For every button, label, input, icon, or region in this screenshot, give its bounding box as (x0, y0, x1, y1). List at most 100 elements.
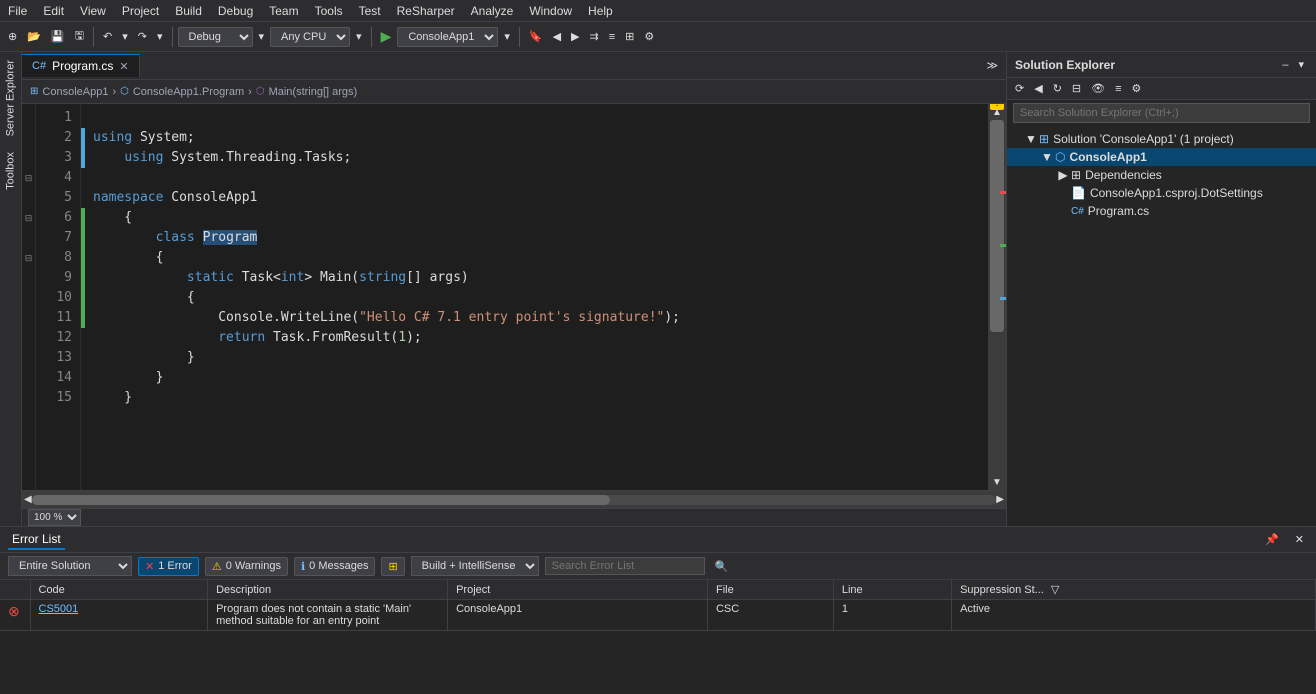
error-list-tab[interactable]: Error List (8, 530, 65, 550)
col-line[interactable]: Line (833, 580, 951, 600)
project-label: ConsoleApp1 (1069, 150, 1146, 164)
project-dropdown[interactable]: ConsoleApp1 (397, 27, 498, 47)
menu-team[interactable]: Team (261, 2, 306, 20)
nav3-btn[interactable]: ⇉ (586, 28, 603, 45)
breadcrumb: ⊞ ConsoleApp1 › ⬡ ConsoleApp1.Program › … (22, 80, 1006, 104)
collapse-method-btn[interactable]: ⊟ (22, 248, 35, 268)
se-back-btn[interactable]: ◀ (1030, 80, 1046, 97)
undo-btn[interactable]: ↶ (99, 28, 116, 45)
menu-window[interactable]: Window (521, 2, 580, 20)
filter-icon[interactable]: ▽ (1051, 584, 1059, 596)
menu-analyze[interactable]: Analyze (463, 2, 522, 20)
server-explorer-tab[interactable]: Server Explorer (0, 52, 21, 144)
save-all-btn[interactable]: 💾 (47, 28, 69, 45)
tree-dotsettings[interactable]: 📄 ConsoleApp1.csproj.DotSettings (1007, 184, 1316, 202)
se-close-btn[interactable]: – (1278, 56, 1292, 73)
open-btn[interactable]: 📂 (23, 28, 45, 45)
save-btn[interactable]: 🖫 (71, 25, 88, 48)
menu-test[interactable]: Test (351, 2, 389, 20)
expand-project[interactable]: ▼ (1039, 150, 1055, 164)
hscroll-right-btn[interactable]: ▶ (996, 494, 1004, 505)
se-search-input[interactable] (1013, 103, 1310, 123)
align2-btn[interactable]: ⊞ (621, 28, 638, 45)
info-filter-btn[interactable]: ℹ 0 Messages (294, 557, 376, 576)
col-file[interactable]: File (707, 580, 833, 600)
toolbox-tab[interactable]: Toolbox (0, 144, 21, 198)
error-filter-btn[interactable]: ✕ 1 Error (138, 557, 199, 576)
new-project-btn[interactable]: ⊕ (4, 28, 21, 45)
se-show-all-btn[interactable]: 👁 (1087, 80, 1109, 97)
menu-tools[interactable]: Tools (307, 2, 351, 20)
expand-dependencies[interactable]: ▶ (1055, 168, 1071, 182)
new-tab-btn[interactable]: ≫ (982, 57, 1002, 74)
nav-fwd-btn[interactable]: ▶ (567, 28, 583, 45)
expand-solution[interactable]: ▼ (1023, 132, 1039, 146)
menu-resharper[interactable]: ReSharper (389, 2, 463, 20)
error-search-btn[interactable]: 🔍 (711, 558, 733, 575)
se-pin-btn[interactable]: ▾ (1294, 56, 1308, 73)
se-search-container (1007, 100, 1316, 126)
tree-project[interactable]: ▼ ⬡ ConsoleApp1 (1007, 148, 1316, 166)
error-row-0[interactable]: ⊗ CS5001 Program does not contain a stat… (0, 600, 1316, 631)
dependencies-icon: ⊞ (1071, 168, 1081, 182)
error-search-input[interactable] (545, 557, 705, 575)
se-sync-btn[interactable]: ⟳ (1011, 80, 1028, 97)
scroll-down-btn[interactable]: ▼ (988, 474, 1006, 490)
el-close-btn[interactable]: ✕ (1291, 531, 1308, 548)
col-project[interactable]: Project (448, 580, 708, 600)
warning-filter-btn[interactable]: ⚠ 0 Warnings (205, 557, 288, 576)
menu-edit[interactable]: Edit (35, 2, 72, 20)
menu-project[interactable]: Project (114, 2, 167, 20)
settings-btn[interactable]: ⚙ (640, 28, 658, 45)
hscroll-left-btn[interactable]: ◀ (24, 494, 32, 505)
undo-dropdown-btn[interactable]: ▾ (118, 28, 132, 45)
menu-help[interactable]: Help (580, 2, 621, 20)
menu-debug[interactable]: Debug (210, 2, 261, 20)
se-refresh-btn[interactable]: ↻ (1049, 80, 1066, 97)
nav-back-btn[interactable]: ◀ (549, 28, 565, 45)
file-icon: 📄 (1071, 186, 1086, 200)
tree-solution[interactable]: ▼ ⊞ Solution 'ConsoleApp1' (1 project) (1007, 130, 1316, 148)
config-dropdown-btn[interactable]: ▾ (255, 28, 269, 45)
collapse-class-btn[interactable]: ⊟ (22, 208, 35, 228)
debug-config-dropdown[interactable]: Debug Release (178, 27, 253, 47)
platform-dropdown-btn[interactable]: ▾ (352, 28, 366, 45)
menu-build[interactable]: Build (167, 2, 210, 20)
vertical-scrollbar[interactable]: ▲ ▼ ! (988, 104, 1006, 490)
project-dropdown-btn[interactable]: ▾ (500, 28, 514, 45)
tree-dependencies[interactable]: ▶ ⊞ Dependencies (1007, 166, 1316, 184)
redo-dropdown-btn[interactable]: ▾ (153, 28, 167, 45)
breadcrumb-method-dropdown[interactable]: Main(string[] args) (269, 86, 358, 98)
hscroll-track[interactable] (32, 495, 997, 505)
breadcrumb-project-dropdown[interactable]: ConsoleApp1 (42, 86, 108, 98)
bookmark-btn[interactable]: 🔖 (525, 28, 547, 45)
start-btn[interactable]: ▶ (377, 26, 396, 47)
collapse-ns-btn[interactable]: ⊟ (22, 168, 35, 188)
align-btn[interactable]: ≡ (605, 29, 619, 45)
scope-dropdown[interactable]: Entire Solution Current Project Current … (8, 556, 132, 576)
se-filter-btn[interactable]: ≡ (1111, 80, 1125, 97)
col-code[interactable]: Code (30, 580, 208, 600)
col-description[interactable]: Description (208, 580, 448, 600)
hscroll-thumb[interactable] (32, 495, 611, 505)
col-severity[interactable] (0, 580, 30, 600)
se-collapse-btn[interactable]: ⊟ (1068, 80, 1085, 97)
col-suppression[interactable]: Suppression St... ▽ (952, 580, 1316, 600)
code-content[interactable]: using System; using System.Threading.Tas… (85, 104, 988, 490)
program-cs-tab[interactable]: C# Program.cs ✕ (22, 54, 140, 77)
tab-close-btn[interactable]: ✕ (119, 60, 128, 73)
breadcrumb-class-dropdown[interactable]: ConsoleApp1.Program (133, 86, 244, 98)
scroll-thumb[interactable] (990, 120, 1004, 332)
error-code-link[interactable]: CS5001 (39, 603, 79, 615)
warning-badge[interactable]: ! (990, 104, 1004, 110)
menu-file[interactable]: File (0, 2, 35, 20)
redo-btn[interactable]: ↷ (134, 28, 151, 45)
menu-view[interactable]: View (72, 2, 114, 20)
el-pin-btn[interactable]: 📌 (1261, 531, 1283, 548)
build-filter-btn[interactable]: ⊞ (381, 557, 404, 576)
tree-program-cs[interactable]: C# Program.cs (1007, 202, 1316, 220)
build-filter-dropdown[interactable]: Build + IntelliSense Build Only IntelliS… (411, 556, 539, 576)
se-settings-btn[interactable]: ⚙ (1128, 80, 1146, 97)
zoom-dropdown[interactable]: 100 % 75 % 150 % (28, 509, 81, 526)
platform-dropdown[interactable]: Any CPU x86 x64 (270, 27, 350, 47)
